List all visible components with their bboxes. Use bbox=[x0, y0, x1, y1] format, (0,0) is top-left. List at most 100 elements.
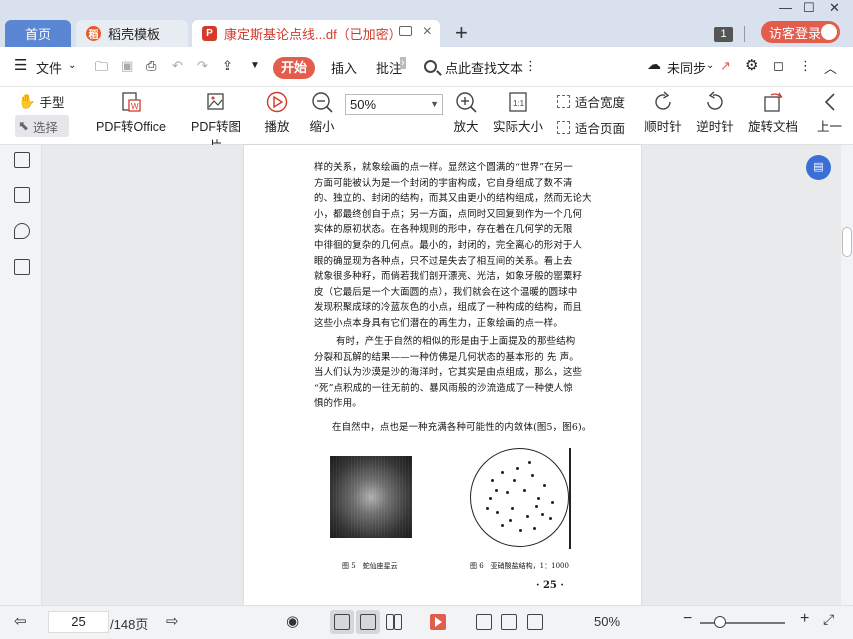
zoom-in-plus-icon[interactable]: + bbox=[800, 610, 809, 628]
minimize-button[interactable]: — bbox=[779, 0, 792, 15]
redo-icon[interactable]: ↷ bbox=[197, 58, 208, 74]
figure-6-rule bbox=[569, 448, 571, 549]
zoom-level[interactable]: 50% bbox=[594, 614, 620, 629]
document-viewport[interactable]: 样的关系，就象绘画的点一样。显然这个圆满的“世界”在另一 方面可能被认为是一个封… bbox=[42, 145, 841, 605]
thumbnails-icon[interactable] bbox=[14, 152, 30, 168]
play-label: 播放 bbox=[264, 120, 290, 134]
cursor-icon: ⬉ bbox=[18, 118, 29, 133]
page-number-input[interactable]: 25 bbox=[48, 611, 109, 633]
menu-start[interactable]: 开始 bbox=[273, 57, 315, 79]
undo-icon[interactable]: ↶ bbox=[172, 58, 183, 74]
sync-dropdown-icon: ⌄ bbox=[706, 60, 715, 71]
previous-page-button[interactable]: 上一 bbox=[817, 91, 847, 135]
rotate-document-button[interactable]: 旋转文档 bbox=[748, 91, 798, 135]
sync-status[interactable]: 未同步 bbox=[667, 58, 706, 77]
file-menu[interactable]: 文件 bbox=[36, 58, 62, 77]
float-window-icon[interactable] bbox=[399, 26, 412, 36]
text-line: 方面可能被认为是一个封闭的宇宙构成，它自身组成了数不清 bbox=[314, 177, 573, 189]
view-mode-single[interactable] bbox=[356, 610, 380, 634]
more-icon[interactable]: ⋮ bbox=[799, 58, 812, 74]
open-folder-icon[interactable]: 🗀 bbox=[95, 58, 108, 80]
maximize-button[interactable]: ☐ bbox=[803, 0, 815, 16]
rotate-counterclockwise-button[interactable]: 逆时针 bbox=[696, 91, 734, 135]
fullscreen-icon[interactable]: ⤢ bbox=[823, 611, 834, 628]
vertical-scrollbar[interactable] bbox=[841, 145, 853, 605]
fit-page-label: 适合页面 bbox=[575, 122, 626, 136]
text-line: 实体的原初状态。在各种规则的形中，存在着在几何学的无限 bbox=[314, 224, 573, 236]
close-button[interactable]: ✕ bbox=[829, 0, 840, 16]
hand-tool-label: 手型 bbox=[39, 96, 65, 110]
export-icon[interactable]: ⇪ bbox=[222, 58, 233, 74]
actual-size-button[interactable]: 1:1 实际大小 bbox=[491, 91, 545, 135]
play-mode-icon[interactable] bbox=[430, 614, 446, 630]
collapse-ribbon-icon[interactable]: ︿ bbox=[824, 58, 837, 77]
two-page-icon-right[interactable] bbox=[394, 614, 402, 630]
new-tab-button[interactable]: + bbox=[455, 20, 468, 46]
tab-document[interactable]: P 康定斯基论点线...df（已加密） × bbox=[192, 20, 440, 47]
rotate-clockwise-button[interactable]: 顺时针 bbox=[644, 91, 682, 135]
tab-close-icon[interactable]: × bbox=[423, 23, 432, 41]
view-mode-continuous[interactable] bbox=[330, 610, 354, 634]
zoom-select[interactable]: 50% ▼ bbox=[345, 94, 443, 115]
fit-page-icon[interactable] bbox=[501, 614, 517, 630]
fit-page-button[interactable]: 适合页面 bbox=[557, 118, 625, 137]
zoom-in-label: 放大 bbox=[453, 120, 479, 134]
guest-login-button[interactable]: 访客登录 bbox=[761, 21, 840, 43]
hand-tool-button[interactable]: ✋ 手型 bbox=[18, 92, 64, 111]
skin-icon[interactable]: ◻ bbox=[773, 58, 784, 74]
search-text[interactable]: 点此查找文本 bbox=[445, 58, 523, 77]
zoom-slider-handle[interactable] bbox=[714, 616, 726, 628]
fit-width-button[interactable]: 适合宽度 bbox=[557, 92, 625, 111]
text-line: 眼的确显现为各种点，只不过是失去了相互间的关系。看上去 bbox=[314, 255, 573, 267]
zoom-out-icon bbox=[312, 92, 333, 113]
select-tool-label: 选择 bbox=[32, 120, 58, 135]
floating-tool-button[interactable]: ▤ bbox=[806, 155, 831, 180]
window-count-badge[interactable]: 1 bbox=[714, 27, 733, 42]
tab-home[interactable]: 首页 bbox=[5, 20, 71, 47]
zoom-out-label: 缩小 bbox=[309, 120, 335, 134]
text-line: 样的关系，就象绘画的点一样。显然这个圆满的“世界”在另一 bbox=[314, 162, 573, 173]
export-word-icon[interactable] bbox=[14, 259, 30, 275]
avatar bbox=[821, 24, 837, 40]
share-icon[interactable]: ↗ bbox=[720, 58, 731, 74]
print-icon[interactable]: ⎙ bbox=[146, 58, 156, 74]
prev-page-arrow-icon[interactable]: ⇦ bbox=[14, 612, 27, 630]
chevron-left-icon bbox=[824, 93, 835, 111]
menu-insert[interactable]: 插入 bbox=[331, 58, 357, 77]
zoom-in-button[interactable]: 放大 bbox=[453, 91, 479, 135]
hand-icon: ✋ bbox=[18, 93, 36, 109]
more-options-icon[interactable]: ⋮ bbox=[524, 58, 537, 74]
annotation-icon[interactable] bbox=[14, 223, 30, 239]
scroll-menu-right-icon[interactable]: › bbox=[400, 57, 406, 69]
tab-templates[interactable]: 稻 稻壳模板 bbox=[76, 20, 188, 47]
zoom-out-minus-icon[interactable]: − bbox=[683, 610, 692, 628]
pdf-to-office-button[interactable]: W PDF转Office bbox=[92, 91, 170, 135]
figure-5-image bbox=[330, 456, 412, 538]
guest-login-label: 访客登录 bbox=[769, 25, 822, 41]
settings-icon[interactable]: ⚙ bbox=[745, 56, 758, 74]
pdf-to-word-icon: W bbox=[122, 92, 141, 112]
next-page-arrow-icon[interactable]: ⇨ bbox=[166, 612, 179, 630]
fit-width-icon[interactable] bbox=[527, 614, 543, 630]
scrollbar-thumb[interactable] bbox=[842, 227, 852, 257]
more-dropdown-icon[interactable]: ▼ bbox=[250, 60, 260, 71]
two-page-icon-left[interactable] bbox=[386, 614, 394, 630]
menu-annotate[interactable]: 批注 bbox=[376, 58, 402, 77]
cloud-sync-icon[interactable]: ☁ bbox=[647, 56, 661, 73]
zoom-out-button[interactable]: 缩小 bbox=[309, 91, 335, 135]
hamburger-icon[interactable]: ☰ bbox=[14, 56, 27, 74]
play-button[interactable]: 播放 bbox=[264, 91, 290, 135]
select-tool-button[interactable]: ⬉ 选择 bbox=[15, 115, 69, 137]
eye-protection-icon[interactable]: ◉ bbox=[286, 612, 299, 630]
text-line: 皮（它最后是一个大面圆的点），我们就会在这个温暖的圆球中 bbox=[314, 286, 578, 298]
image-icon[interactable] bbox=[14, 187, 30, 203]
actual-size-icon[interactable] bbox=[476, 614, 492, 630]
search-icon bbox=[424, 60, 437, 73]
text-line: 小，都最终创自于点；另一方面，点同时又回复到作为一个几何 bbox=[314, 208, 583, 220]
zoom-slider[interactable] bbox=[700, 622, 785, 624]
text-line: 惧的作用。 bbox=[314, 398, 362, 410]
actual-size-label: 实际大小 bbox=[492, 120, 543, 134]
save-icon[interactable]: ▣ bbox=[121, 58, 133, 74]
single-page-icon bbox=[360, 614, 376, 630]
chevron-down-icon[interactable]: ⌄ bbox=[68, 60, 76, 71]
